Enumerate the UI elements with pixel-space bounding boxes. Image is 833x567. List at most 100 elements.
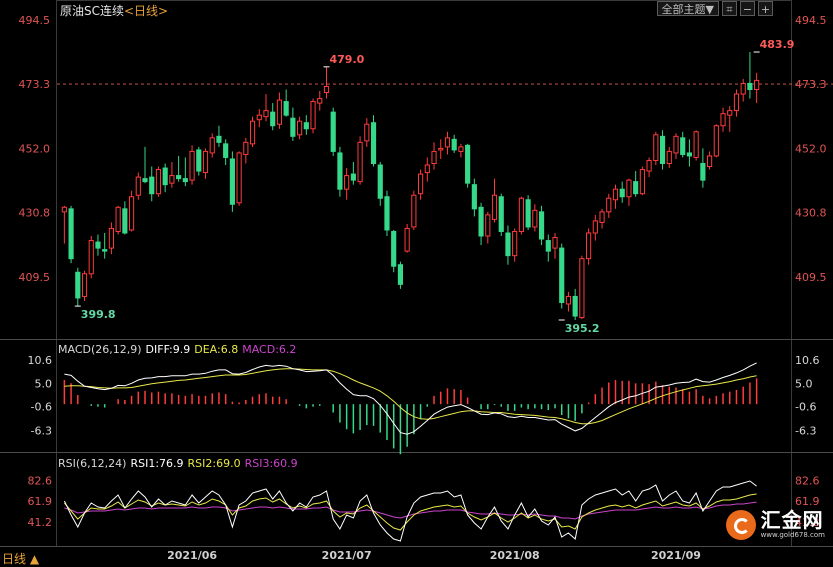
candle-body	[572, 295, 578, 317]
candle	[236, 151, 242, 206]
candle	[115, 205, 121, 235]
period-footer[interactable]: 日线 ▲	[0, 550, 40, 566]
symbol-name: 原油SC连续	[60, 4, 124, 18]
period-tag[interactable]: <日线>	[124, 4, 168, 18]
macd-tick-left: 5.0	[35, 377, 53, 390]
candle-body	[88, 240, 94, 275]
candle	[505, 225, 511, 265]
period-footer-label[interactable]: 日线 ▲	[2, 552, 39, 566]
candle	[592, 214, 598, 241]
candle-body	[344, 175, 350, 190]
macd-tick-left: -6.3	[31, 424, 52, 437]
candle	[754, 72, 760, 104]
candle	[122, 201, 128, 235]
date-tick: 2021/09	[651, 549, 701, 562]
candle-body	[276, 99, 283, 125]
candle-body	[747, 82, 753, 90]
candle	[444, 131, 451, 155]
macd-tick-right: -6.3	[795, 424, 816, 437]
high-price-label: 479.0	[329, 53, 364, 66]
price-tick-left: 452.0	[19, 142, 51, 155]
date-tick: 2021/08	[490, 549, 540, 562]
candle-body	[700, 163, 706, 181]
candle	[612, 184, 619, 209]
candle-body	[592, 220, 598, 234]
candle-body	[182, 178, 188, 183]
candle-body	[612, 188, 619, 201]
high-price-label: 483.9	[760, 38, 795, 51]
candle	[565, 291, 572, 312]
candle	[276, 92, 283, 129]
candle	[176, 155, 182, 182]
candle-body	[599, 211, 605, 223]
candle-body	[646, 159, 652, 172]
candle-body	[451, 138, 457, 151]
candle	[155, 166, 162, 197]
price-tick-left: 409.5	[19, 271, 51, 284]
date-tick: 2021/06	[167, 549, 217, 562]
brand-logo-icon	[725, 509, 756, 540]
candle-body	[404, 227, 410, 252]
candle	[417, 169, 424, 200]
candle	[707, 151, 713, 170]
zoom-in-icon[interactable]: +	[758, 1, 773, 16]
date-tick: 2021/07	[322, 549, 372, 562]
candle	[579, 255, 585, 320]
candle	[471, 178, 477, 217]
axis-labels: 494.5 494.5 473.3 473.3 452.0 452.0 430.8 430.8…	[19, 14, 827, 562]
candle-body	[323, 85, 330, 94]
candle	[700, 148, 706, 188]
candle-body	[189, 150, 195, 181]
candle	[391, 229, 397, 273]
candle-body	[297, 120, 303, 136]
candle	[149, 166, 155, 202]
candle-body	[713, 125, 719, 157]
candle	[606, 193, 612, 218]
candle-body	[424, 164, 430, 174]
candle-body	[370, 122, 377, 165]
candle	[431, 142, 437, 170]
candle-body	[68, 208, 74, 260]
candle-body	[579, 258, 585, 319]
candle	[552, 232, 558, 259]
candle-body	[659, 135, 666, 165]
candle-body	[720, 113, 726, 127]
candle-body	[357, 141, 363, 183]
rsi-legend-rsi3: RSI3:60.9	[245, 457, 298, 470]
diff-line	[64, 362, 757, 435]
price-tick-right: 430.8	[795, 206, 827, 219]
candle	[740, 78, 746, 102]
candle	[182, 157, 188, 187]
candle-body	[518, 197, 524, 232]
crosshair-icon[interactable]: ⌗	[722, 1, 737, 16]
candle	[61, 205, 67, 244]
rsi-legend-title: RSI(6,12,24)	[58, 457, 126, 470]
candle-body	[115, 206, 121, 232]
macd-panel: MACD(26,12,9) DIFF:9.9 DEA:6.8 MACD:6.2	[58, 343, 758, 455]
candle-body	[337, 152, 343, 190]
candle	[377, 161, 383, 206]
candle-body	[626, 179, 632, 198]
candle	[599, 208, 605, 229]
candle-body	[330, 111, 336, 152]
candle-body	[142, 178, 148, 183]
theme-menu-button[interactable]: 全部主题▼	[656, 1, 719, 16]
candle-body	[633, 181, 639, 195]
candle-body	[465, 144, 471, 184]
candle	[364, 118, 370, 147]
candle-body	[397, 264, 404, 285]
candle	[209, 133, 215, 158]
chart-canvas: 399.8 479.0 395.2 483.9 MACD(26,12,9) DIFF:9…	[0, 0, 833, 562]
candle-body	[552, 237, 558, 249]
rsi-legend: RSI(6,12,24) RSI1:76.9 RSI2:69.0 RSI3:60.9	[58, 457, 298, 470]
macd-tick-right: 10.6	[795, 354, 820, 367]
rsi-tick-left: 82.6	[28, 474, 53, 487]
candle	[633, 171, 639, 197]
candle	[303, 115, 309, 135]
rsi-tick-right: 82.6	[795, 474, 820, 487]
candle	[202, 148, 209, 179]
candle	[713, 124, 719, 158]
zoom-out-icon[interactable]: −	[740, 1, 755, 16]
candle-body	[303, 122, 309, 130]
candle-body	[693, 131, 699, 158]
